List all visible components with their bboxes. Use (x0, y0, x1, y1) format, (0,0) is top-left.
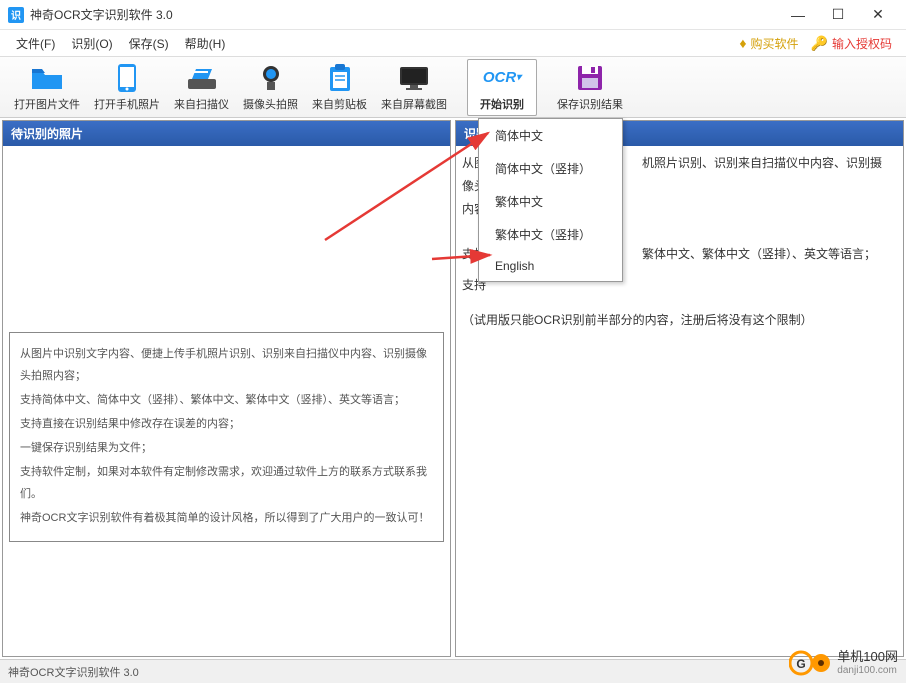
buy-label: 购买软件 (751, 35, 799, 52)
result-tail: 繁体中文、繁体中文（竖排）、英文等语言； (642, 243, 897, 266)
app-title: 神奇OCR文字识别软件 3.0 (30, 6, 778, 23)
from-scanner-label: 来自扫描仪 (174, 96, 229, 112)
ocr-icon: OCR▾ (483, 63, 521, 93)
left-panel: 待识别的照片 从图片中识别文字内容、便捷上传手机照片识别、识别来自扫描仪中内容、… (2, 120, 451, 657)
save-result-label: 保存识别结果 (557, 96, 623, 112)
dropdown-item-simplified-vertical[interactable]: 简体中文（竖排） (479, 152, 622, 185)
dropdown-item-traditional[interactable]: 繁体中文 (479, 185, 622, 218)
from-camera-button[interactable]: 摄像头拍照 (237, 59, 304, 116)
statusbar: 神奇OCR文字识别软件 3.0 (0, 659, 906, 683)
dropdown-item-simplified[interactable]: 简体中文 (479, 119, 622, 152)
from-clipboard-button[interactable]: 来自剪贴板 (306, 59, 373, 116)
menu-save[interactable]: 保存(S) (121, 32, 177, 55)
start-recognize-button[interactable]: OCR▾ 开始识别 (467, 59, 537, 116)
watermark-logo-icon: G (789, 649, 833, 677)
save-icon (572, 63, 608, 93)
open-image-button[interactable]: 打开图片文件 (8, 59, 86, 116)
left-panel-title: 待识别的照片 (3, 121, 450, 146)
open-phone-button[interactable]: 打开手机照片 (88, 59, 166, 116)
svg-text:G: G (797, 657, 806, 671)
menu-file[interactable]: 文件(F) (8, 32, 63, 55)
key-icon: 🔑 (811, 35, 828, 52)
left-panel-body: 从图片中识别文字内容、便捷上传手机照片识别、识别来自扫描仪中内容、识别摄像头拍照… (3, 146, 450, 656)
status-text: 神奇OCR文字识别软件 3.0 (8, 664, 139, 680)
from-screenshot-button[interactable]: 来自屏幕截图 (375, 59, 453, 116)
close-button[interactable]: ✕ (858, 0, 898, 30)
sample-line: 神奇OCR文字识别软件有着极其简单的设计风格，所以得到了广大用户的一致认可！ (20, 507, 433, 529)
menu-help[interactable]: 帮助(H) (177, 32, 234, 55)
window-controls: — ☐ ✕ (778, 0, 898, 30)
clipboard-icon (322, 63, 358, 93)
diamond-icon: ♦ (739, 35, 746, 51)
toolbar: 打开图片文件 打开手机照片 来自扫描仪 摄像头拍照 来自剪贴板 来自屏幕截图 O… (0, 56, 906, 118)
sample-line: 支持软件定制，如果对本软件有定制修改需求，欢迎通过软件上方的联系方式联系我们。 (20, 461, 433, 505)
from-screenshot-label: 来自屏幕截图 (381, 96, 447, 112)
sample-text-block: 从图片中识别文字内容、便捷上传手机照片识别、识别来自扫描仪中内容、识别摄像头拍照… (9, 332, 444, 542)
menu-recognize[interactable]: 识别(O) (63, 32, 120, 55)
save-result-button[interactable]: 保存识别结果 (551, 59, 629, 116)
enter-license-link[interactable]: 🔑 输入授权码 (805, 35, 898, 52)
from-clipboard-label: 来自剪贴板 (312, 96, 367, 112)
monitor-icon (396, 63, 432, 93)
buy-software-link[interactable]: ♦ 购买软件 (733, 35, 804, 52)
maximize-button[interactable]: ☐ (818, 0, 858, 30)
from-camera-label: 摄像头拍照 (243, 96, 298, 112)
ocr-text-icon: OCR (483, 69, 516, 86)
result-tail: 机照片识别、识别来自扫描仪中内容、识别摄 (642, 152, 897, 220)
watermark-text: 单机100网 danji100.com (837, 650, 898, 675)
from-scanner-button[interactable]: 来自扫描仪 (168, 59, 235, 116)
scanner-icon (184, 63, 220, 93)
app-icon: 识 (8, 7, 24, 23)
language-dropdown: 简体中文 简体中文（竖排） 繁体中文 繁体中文（竖排） English (478, 118, 623, 282)
license-label: 输入授权码 (832, 35, 892, 52)
dropdown-item-traditional-vertical[interactable]: 繁体中文（竖排） (479, 218, 622, 251)
dropdown-item-english[interactable]: English (479, 251, 622, 281)
sample-line: 支持简体中文、简体中文（竖排）、繁体中文、繁体中文（竖排）、英文等语言； (20, 389, 433, 411)
start-recognize-label: 开始识别 (480, 96, 524, 112)
trial-note: （试用版只能OCR识别前半部分的内容，注册后将没有这个限制） (462, 309, 897, 332)
watermark-url: danji100.com (837, 665, 898, 676)
open-phone-label: 打开手机照片 (94, 96, 160, 112)
watermark: G 单机100网 danji100.com (789, 649, 898, 677)
folder-icon (29, 63, 65, 93)
sample-line: 支持直接在识别结果中修改存在误差的内容； (20, 413, 433, 435)
content-area: 待识别的照片 从图片中识别文字内容、便捷上传手机照片识别、识别来自扫描仪中内容、… (0, 118, 906, 659)
phone-icon (109, 63, 145, 93)
sample-line: 一键保存识别结果为文件； (20, 437, 433, 459)
watermark-name: 单机100网 (837, 650, 898, 664)
sample-line: 从图片中识别文字内容、便捷上传手机照片识别、识别来自扫描仪中内容、识别摄像头拍照… (20, 343, 433, 387)
titlebar: 识 神奇OCR文字识别软件 3.0 — ☐ ✕ (0, 0, 906, 30)
menubar: 文件(F) 识别(O) 保存(S) 帮助(H) ♦ 购买软件 🔑 输入授权码 (0, 30, 906, 56)
minimize-button[interactable]: — (778, 0, 818, 30)
open-image-label: 打开图片文件 (14, 96, 80, 112)
camera-icon (253, 63, 289, 93)
